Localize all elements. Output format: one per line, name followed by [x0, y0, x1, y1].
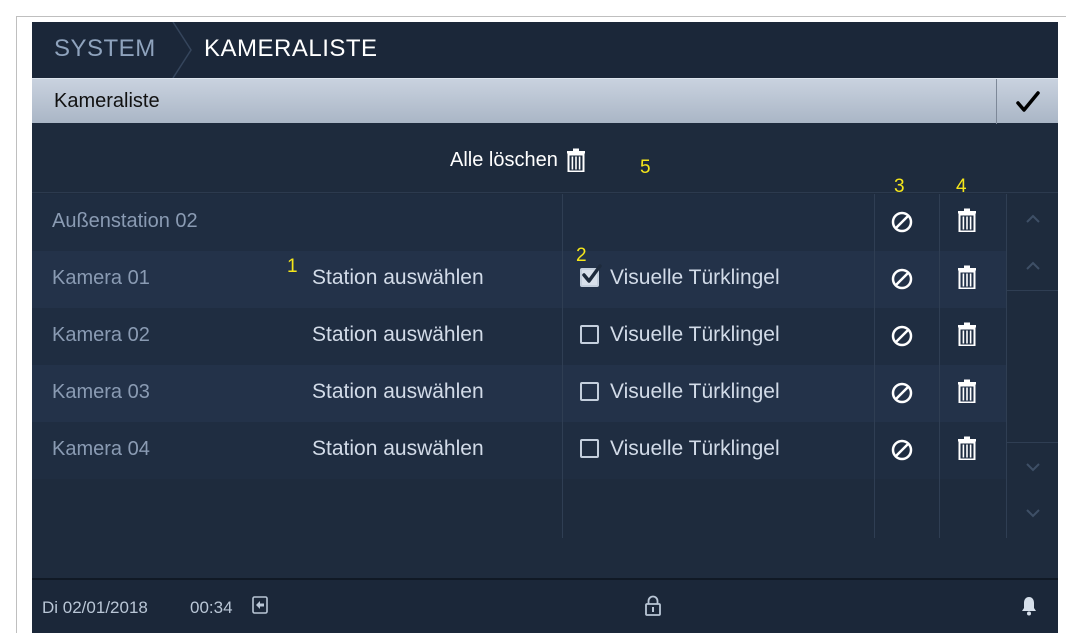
visual-doorbell-checkbox[interactable]	[580, 325, 599, 344]
visual-doorbell-label: Visuelle Türklingel	[610, 266, 780, 289]
camera-name: Kamera 02	[52, 324, 150, 346]
time-display: 00:34	[190, 598, 233, 617]
trash-icon[interactable]	[957, 436, 977, 465]
block-icon[interactable]	[890, 381, 914, 410]
station-select[interactable]: Station auswählen	[312, 266, 484, 290]
chevron-up-icon	[1026, 214, 1040, 223]
camera-name: Kamera 01	[52, 267, 150, 289]
camera-row[interactable]: Kamera 01 1 Station auswählen 2 Visuelle…	[32, 245, 1006, 308]
block-icon[interactable]	[890, 210, 914, 239]
page-title: Kameraliste	[54, 90, 160, 112]
column-divider	[874, 194, 875, 538]
lock-icon[interactable]	[644, 595, 662, 622]
confirm-button[interactable]	[996, 79, 1058, 124]
visual-doorbell-label: Visuelle Türklingel	[610, 380, 780, 403]
outdoor-station-name: Außenstation 02	[52, 210, 198, 232]
station-select[interactable]: Station auswählen	[312, 323, 484, 347]
message-icon[interactable]	[250, 595, 270, 620]
breadcrumb-separator-icon	[172, 22, 192, 78]
visual-doorbell-checkbox[interactable]	[580, 264, 602, 287]
trash-icon[interactable]	[957, 322, 977, 351]
device-screen: SYSTEM KAMERALISTE Kameraliste Alle lösc…	[32, 22, 1058, 633]
chevron-up-icon	[1026, 261, 1040, 270]
column-divider	[939, 194, 940, 538]
visual-doorbell-label: Visuelle Türklingel	[610, 437, 780, 460]
visual-doorbell-checkbox[interactable]	[580, 382, 599, 401]
trash-icon	[566, 148, 585, 172]
scrollbar-divider	[1007, 290, 1058, 291]
visual-doorbell-label: Visuelle Türklingel	[610, 323, 780, 346]
delete-all-label: Alle löschen	[450, 148, 558, 171]
camera-list: Außenstation 02 Kamera 01 1 Station ausw…	[32, 194, 1006, 538]
title-bar: Kameraliste	[32, 78, 1058, 124]
block-icon[interactable]	[890, 324, 914, 353]
trash-icon[interactable]	[957, 379, 977, 408]
column-divider	[562, 194, 563, 538]
scroll-up-button[interactable]	[1007, 251, 1058, 281]
block-icon[interactable]	[890, 267, 914, 296]
delete-all-button[interactable]: Alle löschen	[450, 148, 586, 172]
station-select[interactable]: Station auswählen	[312, 380, 484, 404]
date-display: Di 02/01/2018	[42, 598, 148, 617]
scroll-down-button[interactable]	[1007, 452, 1058, 482]
annotation-5: 5	[640, 157, 651, 178]
camera-name: Kamera 03	[52, 381, 150, 403]
chevron-down-icon	[1026, 509, 1040, 518]
trash-icon[interactable]	[957, 265, 977, 294]
block-icon[interactable]	[890, 438, 914, 467]
scroll-top-button[interactable]	[1007, 204, 1058, 234]
scroll-bottom-button[interactable]	[1007, 498, 1058, 528]
trash-icon[interactable]	[957, 208, 977, 237]
scrollbar[interactable]	[1006, 194, 1058, 538]
status-bar: Di 02/01/2018 00:34	[32, 578, 1058, 633]
camera-row[interactable]: Kamera 02 Station auswählen Visuelle Tür…	[32, 308, 1006, 365]
camera-row[interactable]: Kamera 03 Station auswählen Visuelle Tür…	[32, 365, 1006, 422]
camera-name: Kamera 04	[52, 438, 150, 460]
station-select[interactable]: Station auswählen	[312, 437, 484, 461]
outdoor-station-row[interactable]: Außenstation 02	[32, 194, 1006, 251]
annotation-1: 1	[287, 256, 298, 277]
breadcrumb-system[interactable]: SYSTEM	[54, 35, 156, 63]
visual-doorbell-checkbox[interactable]	[580, 439, 599, 458]
bell-icon[interactable]	[1020, 595, 1038, 622]
chevron-down-icon	[1026, 463, 1040, 472]
camera-row[interactable]: Kamera 04 Station auswählen Visuelle Tür…	[32, 422, 1006, 479]
breadcrumb-current: KAMERALISTE	[204, 35, 378, 62]
breadcrumb: SYSTEM KAMERALISTE	[32, 22, 1058, 78]
scrollbar-divider	[1007, 442, 1058, 443]
checkmark-icon	[1015, 90, 1040, 112]
